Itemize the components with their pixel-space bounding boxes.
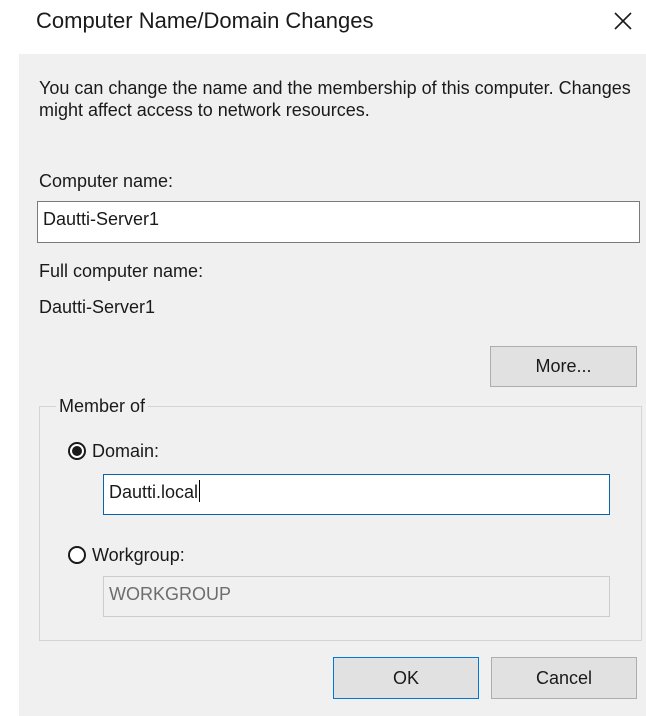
cancel-button[interactable]: Cancel: [491, 657, 637, 699]
dialog-title: Computer Name/Domain Changes: [36, 8, 374, 33]
close-button[interactable]: [606, 2, 640, 40]
workgroup-radio-option[interactable]: Workgroup:: [68, 544, 185, 566]
computer-name-input[interactable]: Dautti-Server1: [37, 201, 640, 243]
domain-radio-label[interactable]: Domain:: [92, 440, 159, 462]
dialog-body: You can change the name and the membersh…: [19, 54, 646, 716]
workgroup-radio[interactable]: [68, 546, 86, 564]
domain-radio-option[interactable]: Domain:: [68, 440, 159, 462]
full-computer-name-label: Full computer name:: [39, 261, 204, 281]
computer-name-label: Computer name:: [39, 171, 174, 191]
more-button[interactable]: More...: [490, 346, 637, 387]
text-cursor: [199, 480, 201, 502]
domain-radio[interactable]: [68, 442, 86, 460]
radio-selected-dot: [72, 446, 82, 456]
domain-input-value: Dautti.local: [109, 482, 199, 502]
member-of-label: Member of: [56, 395, 149, 417]
workgroup-radio-label[interactable]: Workgroup:: [92, 544, 185, 566]
close-icon[interactable]: [613, 11, 633, 31]
ok-button[interactable]: OK: [333, 657, 479, 699]
member-of-group: Member of Domain: Dautti.local Workgroup…: [39, 395, 642, 641]
full-computer-name-value: Dautti-Server1: [39, 297, 156, 317]
domain-input[interactable]: Dautti.local: [103, 474, 610, 515]
title-bar: Computer Name/Domain Changes: [0, 0, 646, 48]
workgroup-input: WORKGROUP: [103, 576, 610, 617]
description-text: You can change the name and the membersh…: [39, 78, 631, 120]
